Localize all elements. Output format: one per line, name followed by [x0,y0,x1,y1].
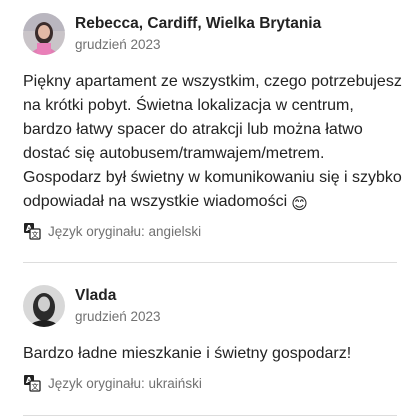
reviewer-name[interactable]: Rebecca, Cardiff, Wielka Brytania [75,14,321,34]
svg-text:文: 文 [32,230,39,239]
smiling-face-emoji-icon: 😊 [291,196,308,213]
reviewer-name[interactable]: Vlada [75,286,161,306]
avatar-photo-icon [23,285,65,327]
reviews-panel: Rebecca, Cardiff, Wielka Brytania grudzi… [0,0,420,420]
original-language-label: Język oryginału: angielski [48,223,202,239]
review-header: Vlada grudzień 2023 [23,284,406,328]
review-date: grudzień 2023 [75,37,161,52]
reviewer-avatar[interactable] [23,13,65,55]
original-language: A 文 Język oryginału: ukraiński [23,372,406,394]
review-text-content: Piękny apartament ze wszystkim, czego po… [23,73,402,210]
reviewer-info: Vlada grudzień 2023 [75,286,161,326]
avatar-photo-icon [23,13,65,55]
review-divider [23,262,397,263]
review-card: Rebecca, Cardiff, Wielka Brytania grudzi… [23,12,406,242]
review-date: grudzień 2023 [75,309,161,324]
review-text: Bardzo ładne mieszkanie i świetny gospod… [23,345,352,362]
original-language: A 文 Język oryginału: angielski [23,220,406,242]
translate-icon: A 文 [23,374,41,392]
review-text: Piękny apartament ze wszystkim, czego po… [23,70,403,214]
original-language-label: Język oryginału: ukraiński [48,375,202,391]
svg-text:文: 文 [32,382,39,391]
reviewer-info: Rebecca, Cardiff, Wielka Brytania grudzi… [75,14,321,54]
reviewer-avatar[interactable] [23,285,65,327]
translate-icon: A 文 [23,222,41,240]
review-card: Vlada grudzień 2023 Bardzo ładne mieszka… [23,284,406,394]
review-header: Rebecca, Cardiff, Wielka Brytania grudzi… [23,12,406,56]
review-divider [23,415,397,416]
